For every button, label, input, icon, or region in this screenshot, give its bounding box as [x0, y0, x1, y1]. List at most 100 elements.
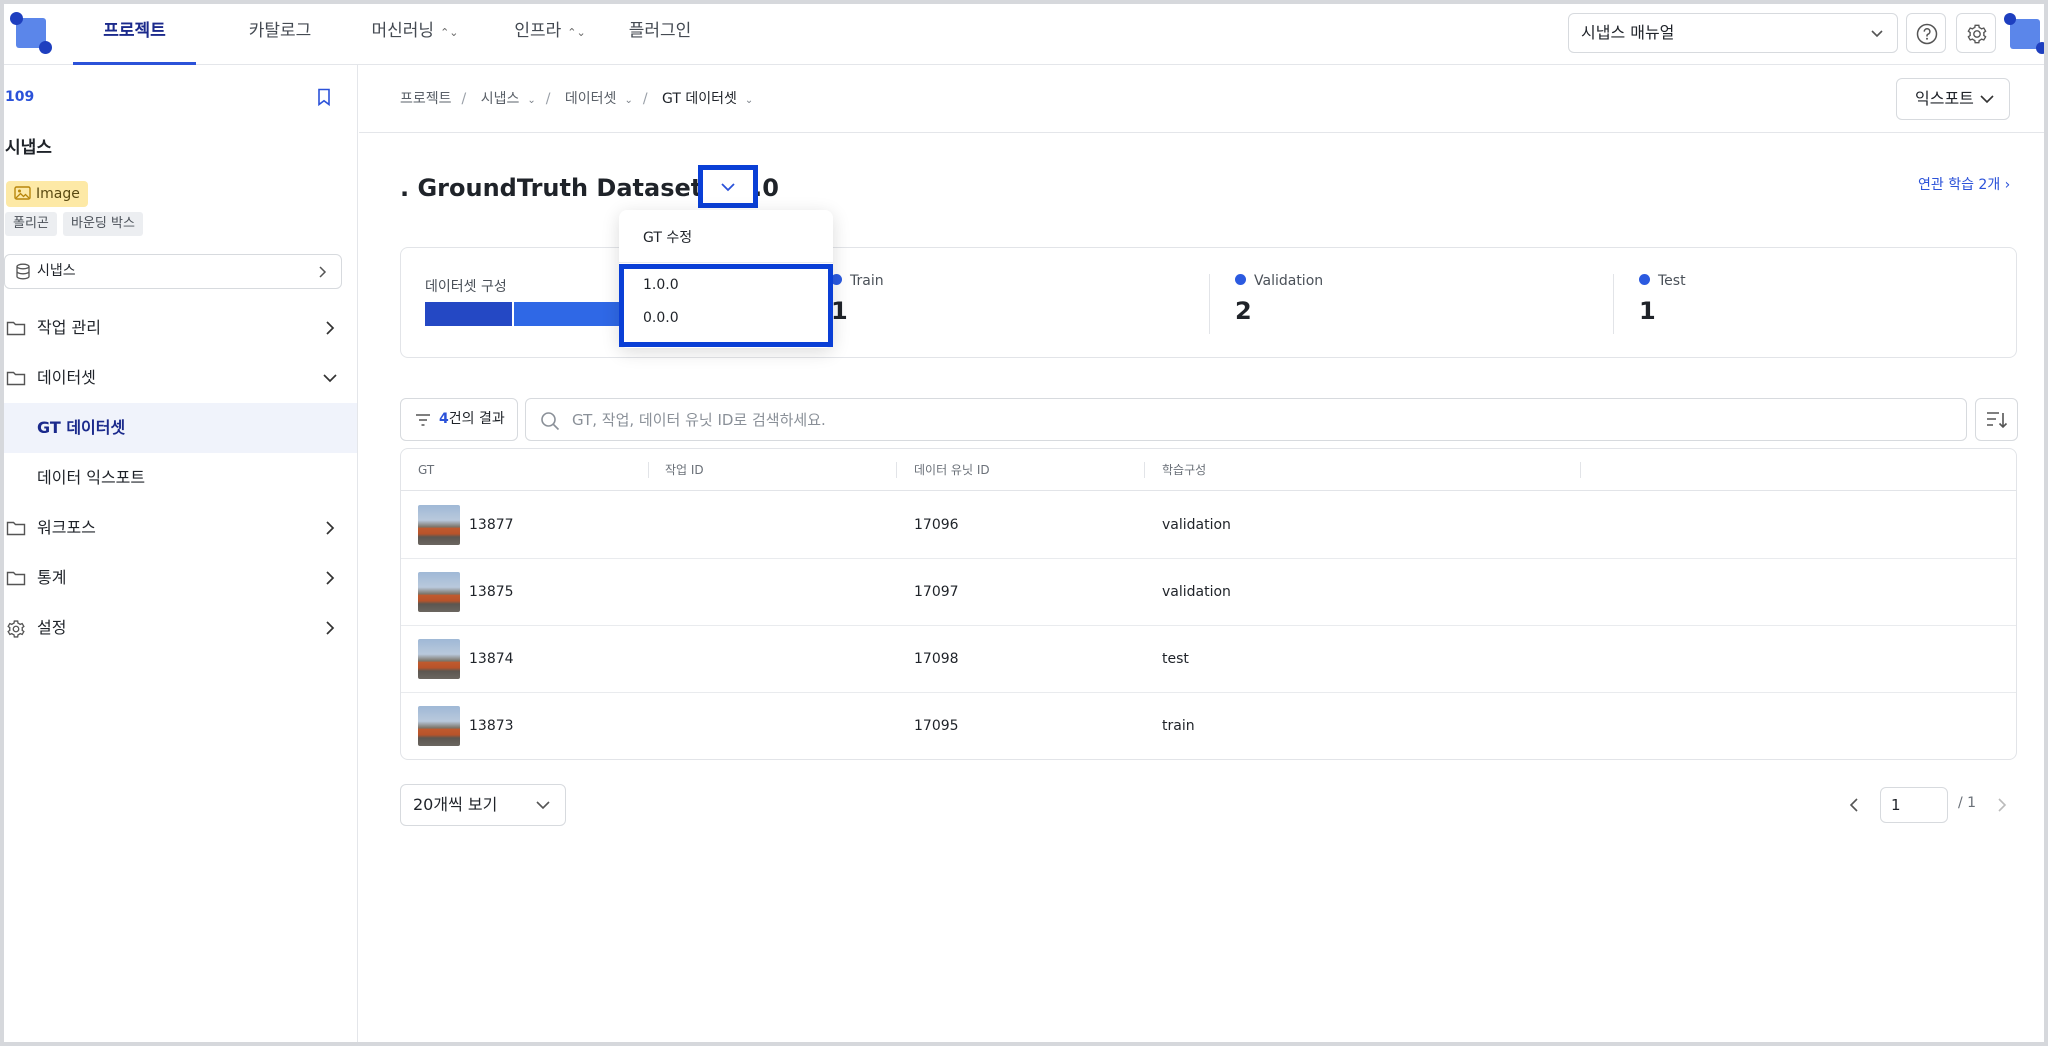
sidebar-item-dataset[interactable]: 데이터셋: [0, 353, 357, 403]
bookmark-icon[interactable]: [314, 87, 334, 107]
filter-icon: [416, 414, 430, 426]
cell-gt-id: 13874: [469, 651, 514, 667]
manual-select-label: 시냅스 매뉴얼: [1581, 23, 1675, 42]
page-number-input[interactable]: 1: [1880, 787, 1948, 823]
sidebar-item-data-export[interactable]: 데이터 익스포트: [0, 453, 357, 503]
gear-icon: [1967, 24, 1987, 44]
manual-select[interactable]: 시냅스 매뉴얼: [1568, 13, 1898, 53]
app-logo[interactable]: [10, 12, 52, 54]
thumbnail-image[interactable]: [418, 706, 460, 746]
column-divider: [648, 462, 649, 478]
table-header: GT 작업 ID 데이터 유닛 ID 학습구성: [401, 449, 2016, 491]
version-option-0-0-0[interactable]: 0.0.0: [643, 310, 679, 326]
chevron-right-icon[interactable]: [1994, 797, 2010, 813]
table-row[interactable]: 13873 17095 train: [401, 693, 2016, 759]
dropdown-divider: [619, 262, 833, 263]
updown-icon: ⌃⌄: [440, 26, 459, 39]
gear-icon: [7, 620, 25, 638]
breadcrumb-project[interactable]: 프로젝트: [400, 91, 452, 107]
folder-icon: [6, 521, 26, 536]
version-dropdown-button[interactable]: [698, 165, 758, 208]
version-option-1-0-0[interactable]: 1.0.0: [643, 277, 679, 293]
breadcrumb-dataset[interactable]: 데이터셋: [565, 91, 617, 107]
gt-table: GT 작업 ID 데이터 유닛 ID 학습구성 13877 17096 vali…: [400, 448, 2017, 760]
column-divider: [896, 462, 897, 478]
chevron-down-icon: ⌄: [744, 95, 754, 106]
sort-button[interactable]: [1975, 398, 2018, 441]
column-header-task-id[interactable]: 작업 ID: [665, 449, 704, 491]
sidebar-item-gt-dataset[interactable]: GT 데이터셋: [0, 403, 357, 453]
sidebar-item-settings[interactable]: 설정: [0, 603, 357, 653]
result-count: 4: [439, 411, 449, 427]
chevron-right-icon: [326, 621, 335, 635]
nav-tab-project[interactable]: 프로젝트: [73, 0, 196, 65]
sidebar: 109 시냅스 Image 폴리곤 바운딩 박스 시냅스 작업 관리 데이터셋 …: [0, 65, 358, 1046]
nav-tab-plugin[interactable]: 플러그인: [610, 0, 710, 65]
chevron-down-icon: [1871, 30, 1883, 38]
tag-polygon: 폴리곤: [5, 212, 57, 236]
cell-split: test: [1162, 651, 1189, 667]
sidebar-item-statistics[interactable]: 통계: [0, 553, 357, 603]
export-button-label: 익스포트: [1915, 89, 1974, 108]
cell-data-unit-id: 17098: [914, 651, 959, 667]
result-label: 건의 결과: [448, 411, 505, 427]
thumbnail-image[interactable]: [418, 639, 460, 679]
chevron-down-icon: [536, 801, 550, 810]
chevron-down-icon: [721, 183, 735, 192]
related-training-link[interactable]: 연관 학습 2개 ›: [1918, 174, 2010, 194]
folder-icon: [6, 321, 26, 336]
breadcrumb-gt-dataset[interactable]: GT 데이터셋: [662, 91, 737, 107]
chevron-down-icon: ⌄: [624, 95, 633, 106]
breadcrumb-synapse[interactable]: 시냅스: [481, 91, 520, 107]
sort-icon: [1987, 412, 2008, 429]
column-header-gt[interactable]: GT: [418, 449, 434, 491]
cell-gt-id: 13875: [469, 584, 514, 600]
status-dot-icon: [1639, 273, 1650, 285]
column-header-split[interactable]: 학습구성: [1162, 449, 1206, 491]
column-divider: [1580, 462, 1581, 478]
cell-split: validation: [1162, 584, 1231, 600]
column-divider: [1144, 462, 1145, 478]
column-header-data-unit-id[interactable]: 데이터 유닛 ID: [914, 449, 990, 491]
stat-validation: Validation 2: [1235, 273, 1324, 325]
image-icon: [14, 185, 31, 200]
chevron-right-icon: [326, 571, 335, 585]
settings-button[interactable]: [1956, 13, 1996, 53]
export-button[interactable]: 익스포트: [1896, 78, 2010, 120]
cell-gt-id: 13877: [469, 517, 514, 533]
dataset-selector[interactable]: 시냅스: [4, 254, 342, 289]
composition-bar-train: [425, 302, 512, 326]
cell-data-unit-id: 17095: [914, 718, 959, 734]
sidebar-item-task-management[interactable]: 작업 관리: [0, 303, 357, 353]
search-input[interactable]: [572, 407, 1952, 433]
cell-gt-id: 13873: [469, 718, 514, 734]
composition-label: 데이터셋 구성: [425, 279, 507, 295]
table-row[interactable]: 13874 17098 test: [401, 626, 2016, 693]
nav-tab-infra[interactable]: 인프라 ⌃⌄: [490, 0, 610, 65]
table-row[interactable]: 13877 17096 validation: [401, 492, 2016, 559]
thumbnail-image[interactable]: [418, 572, 460, 612]
sidebar-item-workforce[interactable]: 워크포스: [0, 503, 357, 553]
page-size-select[interactable]: 20개씩 보기: [400, 784, 566, 826]
tag-bounding-box: 바운딩 박스: [63, 212, 143, 236]
nav-tab-catalog[interactable]: 카탈로그: [220, 0, 340, 65]
stat-train: Train 1: [831, 273, 884, 325]
nav-tab-machine-learning[interactable]: 머신러닝 ⌃⌄: [340, 0, 490, 65]
top-navigation: 프로젝트 카탈로그 머신러닝 ⌃⌄ 인프라 ⌃⌄ 플러그인 시냅스 매뉴얼: [0, 0, 2048, 65]
filter-button[interactable]: 4건의 결과: [400, 398, 518, 441]
page-size-label: 20개씩 보기: [413, 795, 498, 814]
stat-divider: [1209, 274, 1210, 334]
chevron-down-icon: ⌄: [527, 95, 536, 106]
chevron-down-icon: [323, 374, 337, 383]
cell-data-unit-id: 17096: [914, 517, 959, 533]
thumbnail-image[interactable]: [418, 505, 460, 545]
page-total: / 1: [1958, 795, 1977, 811]
user-avatar[interactable]: [2004, 13, 2048, 54]
cell-data-unit-id: 17097: [914, 584, 959, 600]
breadcrumb: 프로젝트 / 시냅스 ⌄ / 데이터셋 ⌄ / GT 데이터셋 ⌄: [400, 91, 754, 107]
table-row[interactable]: 13875 17097 validation: [401, 559, 2016, 626]
gt-edit-menu-item[interactable]: GT 수정: [643, 227, 692, 247]
chevron-left-icon[interactable]: [1846, 797, 1862, 813]
status-dot-icon: [1235, 273, 1246, 285]
help-button[interactable]: [1906, 13, 1946, 53]
